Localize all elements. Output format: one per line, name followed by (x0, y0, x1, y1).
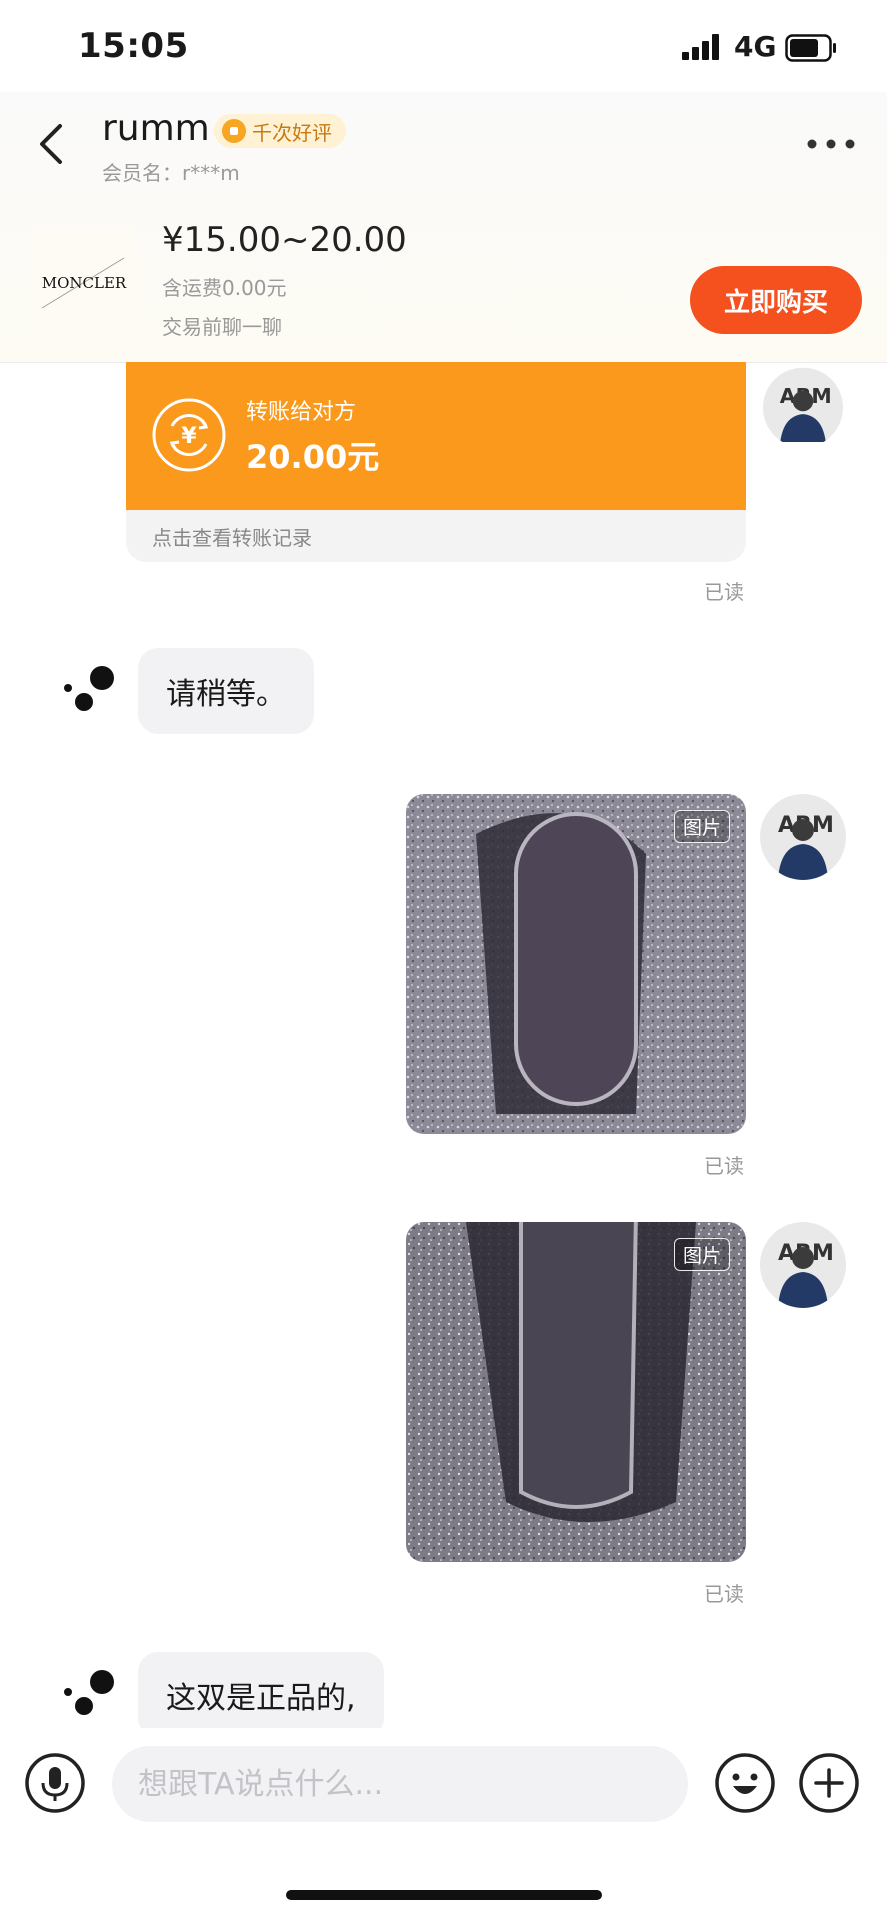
svg-text:¥: ¥ (181, 424, 197, 449)
my-avatar-3[interactable]: ARM (760, 1222, 846, 1308)
bot-avatar-icon-2[interactable] (64, 1668, 118, 1722)
read-status-transfer: 已读 (704, 580, 744, 604)
status-time: 15:05 (78, 26, 189, 66)
transfer-title: 转账给对方 (246, 400, 357, 425)
image-tag-2: 图片 (673, 1238, 730, 1271)
emoji-icon[interactable] (714, 1752, 776, 1814)
reply-bubble-1[interactable]: 请稍等。 (138, 648, 314, 734)
back-icon[interactable] (32, 118, 72, 170)
more-icon[interactable] (806, 138, 856, 150)
transfer-card[interactable]: ¥ 转账给对方 20.00元 点击查看转账记录 (126, 362, 746, 562)
network-type: 4G (734, 30, 777, 63)
view-transfer-record-link[interactable]: 点击查看转账记录 (152, 522, 312, 551)
mic-icon[interactable] (24, 1752, 86, 1814)
my-avatar[interactable]: ARM (760, 362, 846, 442)
praise-badge: 千次好评 (214, 114, 346, 148)
transfer-yuan-icon: ¥ (152, 398, 226, 472)
badge-icon (222, 119, 246, 143)
my-avatar-2[interactable]: ARM (760, 794, 846, 880)
reply-bubble-2[interactable]: 这双是正品的, (138, 1652, 384, 1738)
plus-icon[interactable] (798, 1752, 860, 1814)
image-tag-1: 图片 (673, 810, 730, 843)
buy-now-button[interactable]: 立即购买 (690, 266, 862, 334)
read-status-image-1: 已读 (704, 1154, 744, 1178)
bot-avatar-icon[interactable] (64, 664, 118, 718)
member-label: 会员名： (102, 161, 182, 185)
member-name: r***m (182, 161, 240, 185)
sent-image-2[interactable]: 图片 (406, 1222, 746, 1562)
brand-logo-text: MONCLER (42, 274, 127, 292)
shipping-info: 含运费0.00元 (162, 276, 287, 300)
home-indicator[interactable] (286, 1890, 602, 1900)
transfer-amount: 20.00元 (246, 438, 380, 476)
member-line: 会员名：r***m (102, 157, 240, 186)
signal-icon (682, 34, 722, 60)
seller-name[interactable]: rumm (102, 108, 210, 149)
sent-image-1[interactable]: 图片 (406, 794, 746, 1134)
badge-text: 千次好评 (252, 120, 332, 145)
chat-hint: 交易前聊一聊 (162, 315, 282, 339)
product-price: ¥15.00~20.00 (162, 220, 407, 260)
battery-icon (785, 34, 836, 62)
read-status-image-2: 已读 (704, 1582, 744, 1606)
product-thumbnail[interactable]: MONCLER (32, 230, 136, 330)
message-input[interactable] (112, 1746, 688, 1822)
